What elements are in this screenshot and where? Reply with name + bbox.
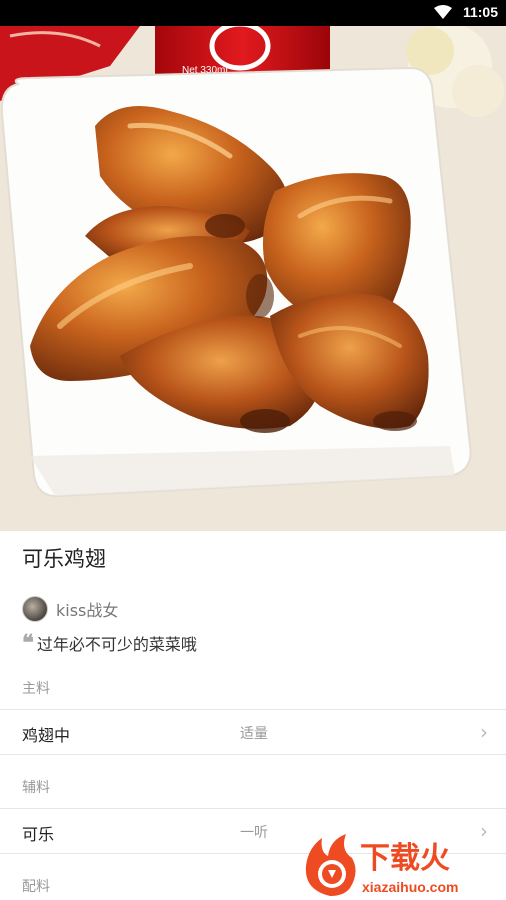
quote-icon: ❝: [22, 630, 34, 656]
author-row[interactable]: kiss战女: [22, 596, 118, 622]
chevron-right-icon: ›: [480, 720, 488, 744]
description-text: 过年必不可少的菜菜哦: [36, 635, 197, 654]
watermark-domain: xiazaihuo.com: [362, 879, 458, 895]
watermark-logo: 下载火 xiazaihuo.com: [305, 834, 458, 896]
recipe-photo: Net 330mL: [0, 26, 506, 531]
recipe-title: 可乐鸡翅: [22, 547, 106, 571]
avatar[interactable]: [22, 596, 48, 622]
ingredient-amount: 适量: [240, 726, 268, 742]
wifi-icon: [434, 5, 452, 19]
status-time: 11:05: [462, 4, 498, 20]
seasoning-label: 配料: [22, 879, 50, 895]
recipe-description: ❝ 过年必不可少的菜菜哦: [22, 631, 197, 655]
food-photo-illustration: Net 330mL: [0, 26, 506, 531]
aux-ingredients-label: 辅料: [22, 780, 50, 796]
ingredient-name: 鸡翅中: [22, 726, 71, 745]
watermark-brand: 下载火: [360, 841, 450, 876]
ingredient-row[interactable]: 鸡翅中 适量 ›: [0, 709, 506, 755]
status-bar: 11:05: [0, 0, 506, 26]
author-name[interactable]: kiss战女: [56, 597, 118, 621]
main-ingredients-label: 主料: [22, 681, 50, 697]
ingredient-name: 可乐: [22, 825, 55, 844]
ingredient-amount: 一听: [240, 825, 268, 841]
